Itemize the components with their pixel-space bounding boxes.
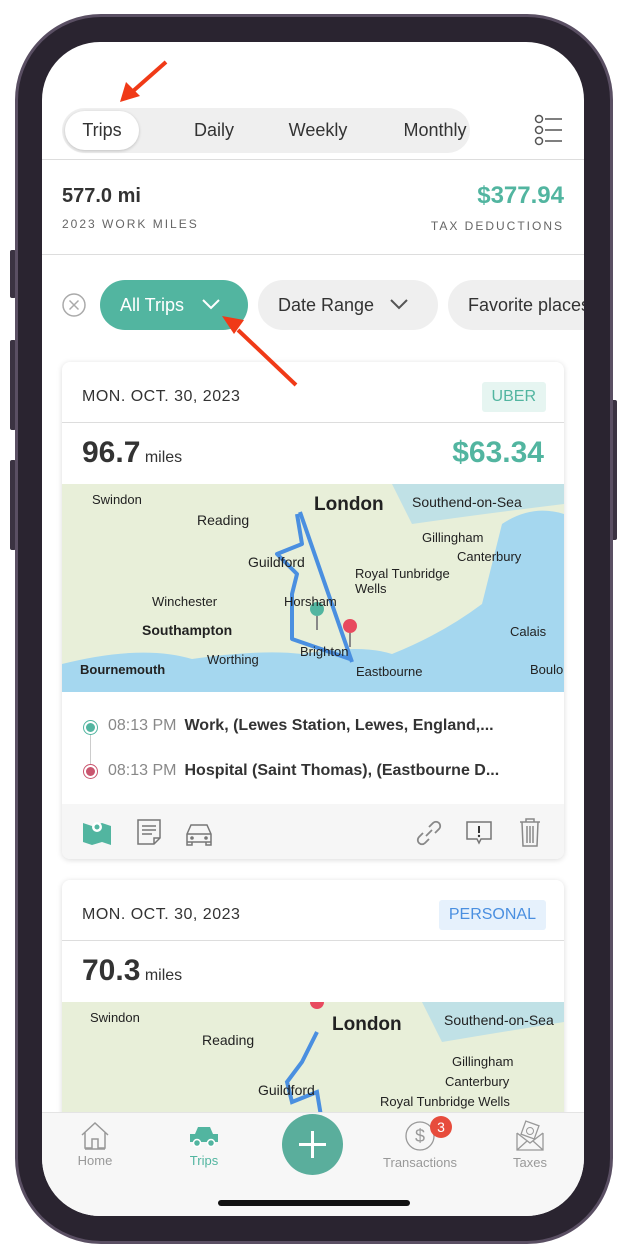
map-label: Winchester xyxy=(152,594,218,609)
trip-card[interactable]: MON. OCT. 30, 2023 UBER 96.7 miles $63.3… xyxy=(62,362,564,859)
miles-value: 70.3 xyxy=(82,954,141,987)
map-label: Southampton xyxy=(142,622,233,638)
divider xyxy=(62,940,564,941)
map-label: Canterbury xyxy=(457,549,522,564)
tab-label: Taxes xyxy=(513,1155,547,1170)
map-label: Reading xyxy=(202,1032,255,1048)
all-trips-filter[interactable]: All Trips xyxy=(100,280,248,330)
divider xyxy=(42,159,584,160)
map-label: Swindon xyxy=(90,1010,140,1025)
work-miles-label: 2023 WORK MILES xyxy=(62,217,199,231)
map-label: Royal Tunbridge Wells xyxy=(380,1094,510,1109)
svg-text:$: $ xyxy=(415,1126,425,1146)
segment-daily[interactable]: Daily xyxy=(162,108,266,153)
report-issue-icon[interactable] xyxy=(465,820,493,846)
map-label: Southend-on-Sea xyxy=(412,494,522,510)
card-actions xyxy=(62,804,564,859)
start-stop: 08:13 PM Work, (Lewes Station, Lewes, Eng… xyxy=(108,717,494,735)
end-point-icon xyxy=(84,765,97,778)
map-label: Southend-on-Sea xyxy=(444,1012,554,1028)
map-label: Swindon xyxy=(92,492,142,507)
trip-map[interactable]: Swindon London Southend-on-Sea Reading G… xyxy=(62,484,564,692)
filter-label: Favorite places xyxy=(468,295,584,315)
map-label: Canterbury xyxy=(445,1074,510,1089)
work-miles-value: 577.0 mi xyxy=(62,185,141,207)
map-label: Guildford xyxy=(248,554,305,570)
map-label: Guildford xyxy=(258,1082,315,1098)
chevron-down-icon xyxy=(202,299,220,310)
map-label: Eastbourne xyxy=(356,664,423,679)
tab-label: Transactions xyxy=(383,1155,457,1170)
map-label: London xyxy=(314,494,384,515)
plus-icon xyxy=(299,1131,326,1158)
chevron-down-icon xyxy=(390,299,408,310)
notes-icon[interactable] xyxy=(136,818,162,846)
tab-taxes[interactable]: Taxes xyxy=(480,1120,580,1170)
tab-label: Home xyxy=(77,1153,113,1168)
end-stop: 08:13 PM Hospital (Saint Thomas), (Eastbo… xyxy=(108,762,499,780)
trash-icon[interactable] xyxy=(518,817,542,847)
tax-deductions-label: TAX DEDUCTIONS xyxy=(430,219,564,233)
map-label: Boulo xyxy=(530,662,564,677)
trip-category-badge: PERSONAL xyxy=(438,900,546,930)
stop-place: Work, (Lewes Station, Lewes, England,... xyxy=(184,717,494,734)
trip-distance: 70.3 miles xyxy=(82,954,182,988)
stop-place: Hospital (Saint Thomas), (Eastbourne D..… xyxy=(184,762,500,779)
trip-distance: 96.7 miles xyxy=(82,436,182,470)
map-label: Worthing xyxy=(207,652,259,667)
vehicle-icon[interactable] xyxy=(184,820,214,846)
car-icon xyxy=(190,1127,218,1148)
tab-transactions[interactable]: $ Transactions 3 xyxy=(370,1116,470,1170)
miles-unit: miles xyxy=(144,449,183,466)
tab-trips[interactable]: Trips xyxy=(154,1120,254,1168)
clear-filters-icon[interactable] xyxy=(62,293,86,317)
segment-trips[interactable]: Trips xyxy=(65,111,139,150)
miles-unit: miles xyxy=(144,967,183,984)
map-label: Calais xyxy=(510,624,547,639)
list-options-icon[interactable] xyxy=(534,114,564,146)
trip-date: MON. OCT. 30, 2023 xyxy=(82,388,241,405)
date-range-filter[interactable]: Date Range xyxy=(258,280,438,330)
favorite-places-filter[interactable]: Favorite places xyxy=(448,280,584,330)
segment-weekly[interactable]: Weekly xyxy=(266,108,370,153)
stop-time: 08:13 PM xyxy=(108,717,177,734)
map-label: Royal Tunbridge Wells xyxy=(355,566,450,596)
map-label: Gillingham xyxy=(422,530,484,545)
stop-time: 08:13 PM xyxy=(108,762,177,779)
trip-amount: $63.34 xyxy=(452,436,544,469)
tab-label: Trips xyxy=(189,1153,219,1168)
period-segmented-control: Trips Daily Weekly Monthly xyxy=(62,108,470,153)
map-label: Bournemouth xyxy=(80,662,166,677)
filter-label: Date Range xyxy=(278,295,375,315)
app-screen: Trips Daily Weekly Monthly 577.0 mi 2023… xyxy=(42,42,584,1216)
tax-envelope-icon xyxy=(516,1120,544,1151)
add-trip-button[interactable] xyxy=(282,1114,343,1175)
map-icon[interactable] xyxy=(82,818,112,846)
home-indicator xyxy=(218,1200,410,1206)
notification-badge: 3 xyxy=(430,1116,452,1138)
tax-deductions-value: $377.94 xyxy=(477,182,564,209)
trip-date: MON. OCT. 30, 2023 xyxy=(82,906,241,923)
miles-value: 96.7 xyxy=(82,436,141,469)
link-icon[interactable] xyxy=(414,818,444,848)
map-terrain xyxy=(62,484,564,692)
map-label: London xyxy=(332,1014,402,1035)
start-point-icon xyxy=(84,721,97,734)
tab-home[interactable]: Home xyxy=(45,1120,145,1168)
trip-category-badge: UBER xyxy=(481,382,546,412)
segment-monthly[interactable]: Monthly xyxy=(380,108,490,153)
map-label: Gillingham xyxy=(452,1054,514,1069)
map-label: Brighton xyxy=(300,644,349,659)
home-icon xyxy=(81,1121,109,1150)
filter-label: All Trips xyxy=(120,295,185,315)
map-label: Reading xyxy=(197,512,250,528)
map-label: Horsham xyxy=(284,594,337,609)
divider xyxy=(42,254,584,255)
divider xyxy=(62,422,564,423)
